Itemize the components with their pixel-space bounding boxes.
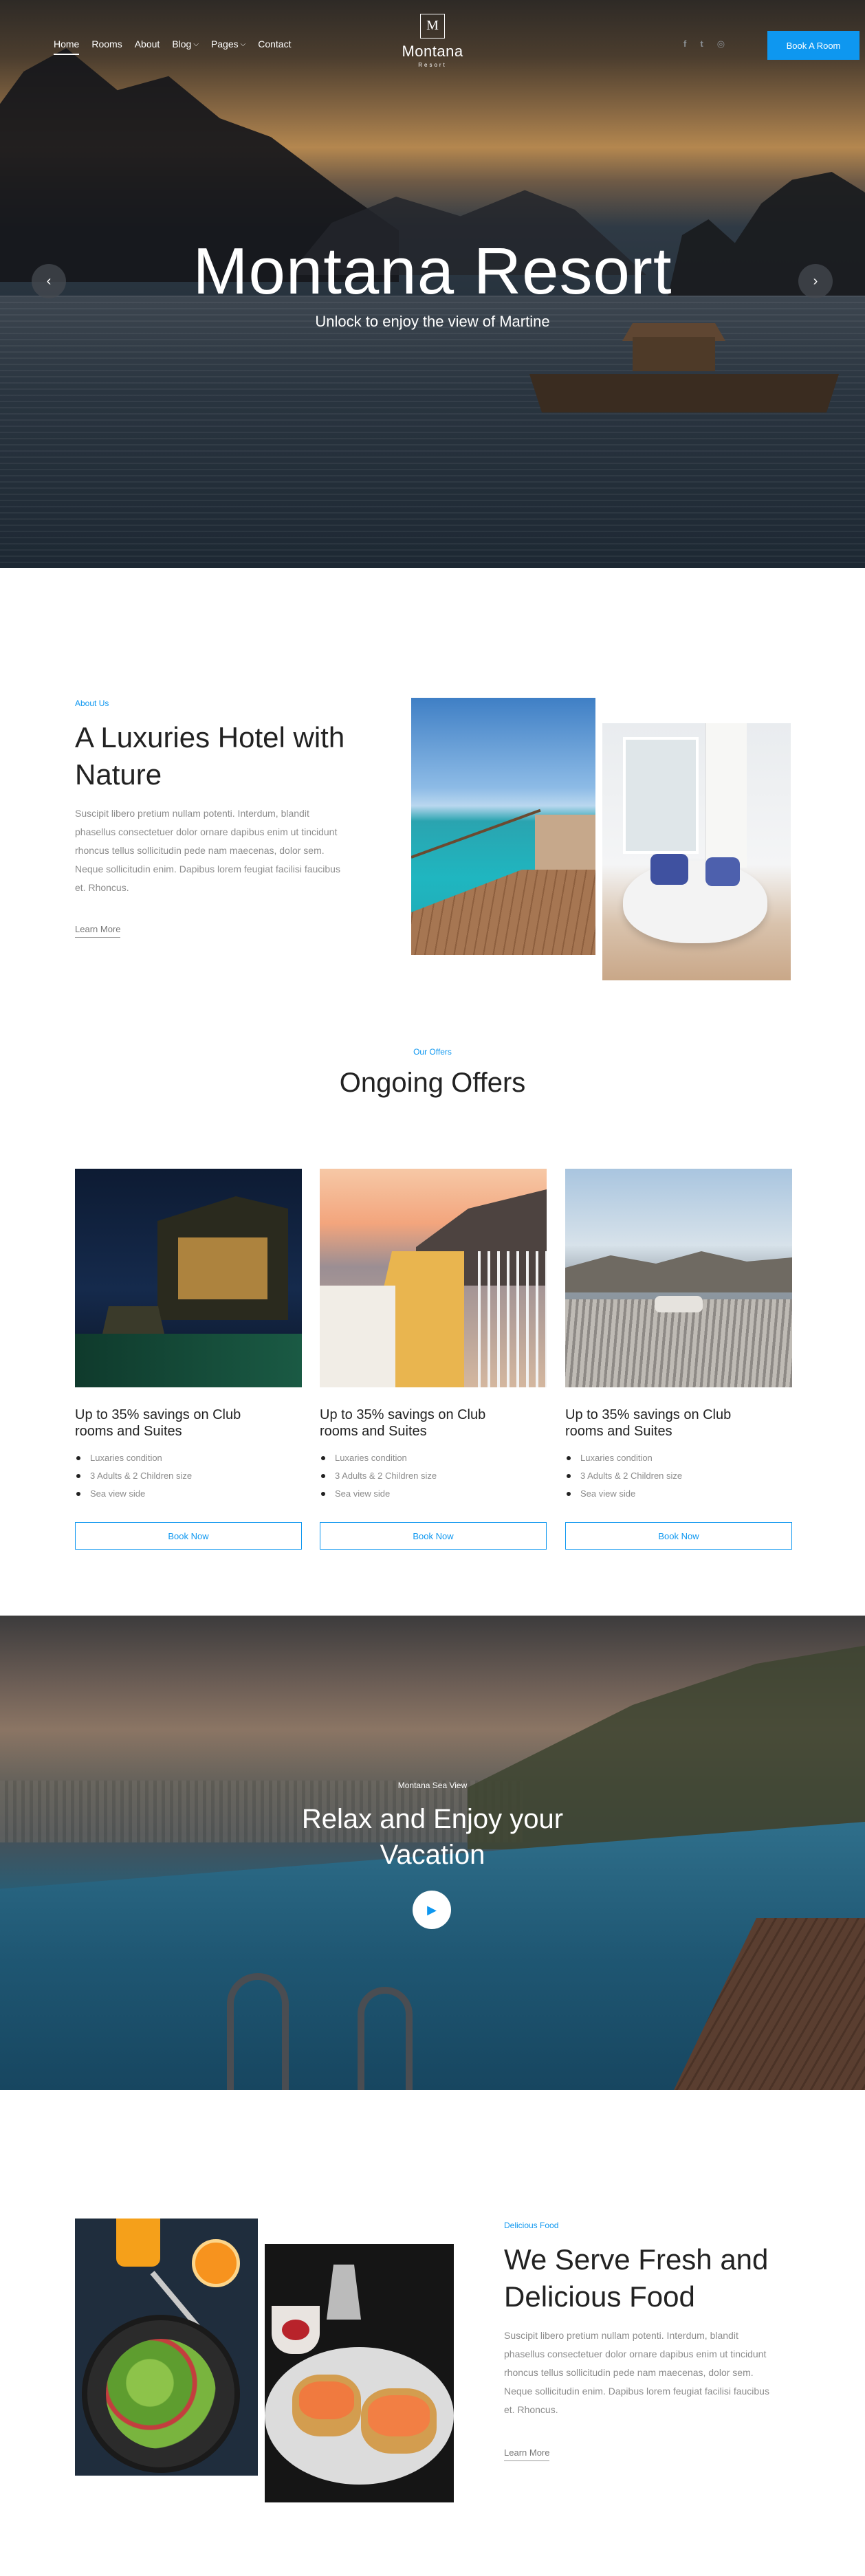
mountains xyxy=(565,1251,792,1292)
video-title: Relax and Enjoy your Vacation xyxy=(301,1804,564,1870)
nav-item-about[interactable]: About xyxy=(135,38,160,49)
offer-feature: Luxaries condition xyxy=(320,1449,547,1467)
nav-item-contact[interactable]: Contact xyxy=(258,38,291,49)
about-text: Suscipit libero pretium nullam potenti. … xyxy=(75,808,340,893)
pillow xyxy=(650,854,688,885)
offer-feature: 3 Adults & 2 Children size xyxy=(320,1467,547,1485)
chevron-down-icon: ⌵ xyxy=(193,40,199,48)
slider-prev-arrow-icon[interactable]: ‹ xyxy=(32,264,66,298)
nav-item-home[interactable]: Home xyxy=(54,38,80,55)
railing xyxy=(478,1251,547,1387)
overwater-deck-image xyxy=(411,698,595,955)
round-chair xyxy=(623,861,767,943)
pillow xyxy=(705,857,740,886)
food-title: We Serve Fresh and Delicious Food xyxy=(504,2243,769,2313)
pool-ladder xyxy=(358,1987,413,2090)
offer-title: Up to 35% savings on Club rooms and Suit… xyxy=(320,1407,486,1439)
stairs xyxy=(320,1286,395,1387)
nav-item-label: About xyxy=(134,38,160,49)
lounge-chair-image xyxy=(602,723,791,980)
offer-image-night-villa xyxy=(75,1169,302,1387)
facebook-icon[interactable]: f xyxy=(683,38,686,49)
pool-ladder xyxy=(227,1973,289,2090)
offer-card: Up to 35% savings on Club rooms and Suit… xyxy=(320,1169,547,1550)
nav-item-label: Contact xyxy=(258,38,292,49)
hero-water xyxy=(0,296,865,568)
logo-sub: Resort xyxy=(418,62,447,68)
site-logo[interactable]: M Montana Resort xyxy=(400,14,465,68)
offer-feature: Luxaries condition xyxy=(565,1449,792,1467)
offer-image-terrace xyxy=(320,1169,547,1387)
food-eyebrow: Delicious Food xyxy=(504,2221,559,2230)
about-learn-more-link[interactable]: Learn More xyxy=(75,924,121,938)
hero-barge-house xyxy=(633,337,715,371)
orange-slice xyxy=(192,2239,240,2287)
video-eyebrow: Montana Sea View xyxy=(397,1781,468,1790)
slider-next-arrow-icon[interactable]: › xyxy=(798,264,833,298)
offer-title: Up to 35% savings on Club rooms and Suit… xyxy=(75,1407,241,1439)
play-icon[interactable]: ▶ xyxy=(413,1891,451,1929)
offer-feature: Sea view side xyxy=(320,1485,547,1503)
about-eyebrow: About Us xyxy=(75,698,109,708)
wooden-deck xyxy=(411,870,595,955)
offer-features: Luxaries condition 3 Adults & 2 Children… xyxy=(75,1449,302,1503)
room-curtain xyxy=(705,723,747,868)
logo-mark: M xyxy=(420,14,445,38)
offer-feature: Sea view side xyxy=(565,1485,792,1503)
daybed xyxy=(655,1296,703,1312)
nav-item-rooms[interactable]: Rooms xyxy=(91,38,122,49)
offer-feature: Sea view side xyxy=(75,1485,302,1503)
orange-juice xyxy=(116,2219,160,2267)
nav-item-pages[interactable]: Pages ⌵ xyxy=(211,38,245,49)
salmon xyxy=(368,2395,430,2436)
pool-hut xyxy=(102,1306,164,1334)
nav-item-label: Pages xyxy=(210,38,239,49)
nav-item-label: Home xyxy=(54,38,80,49)
book-now-button[interactable]: Book Now xyxy=(320,1522,547,1550)
food-learn-more-link[interactable]: Learn More xyxy=(504,2447,550,2461)
salmon-toast-image xyxy=(265,2244,454,2502)
salmon xyxy=(299,2381,354,2419)
offer-feature: Luxaries condition xyxy=(75,1449,302,1467)
offer-image-rooftop xyxy=(565,1169,792,1387)
cup xyxy=(272,2306,320,2354)
offer-features: Luxaries condition 3 Adults & 2 Children… xyxy=(320,1449,547,1503)
nav-item-blog[interactable]: Blog ⌵ xyxy=(172,38,199,49)
room-window xyxy=(623,737,699,854)
coffee-pot xyxy=(327,2265,361,2320)
instagram-icon[interactable]: ◎ xyxy=(717,38,725,49)
book-now-button[interactable]: Book Now xyxy=(565,1522,792,1550)
offer-feature: 3 Adults & 2 Children size xyxy=(565,1467,792,1485)
nav-item-label: Rooms xyxy=(91,38,122,49)
offer-card: Up to 35% savings on Club rooms and Suit… xyxy=(75,1169,302,1550)
offer-feature: 3 Adults & 2 Children size xyxy=(75,1467,302,1485)
salad xyxy=(106,2339,216,2449)
main-nav: Home Rooms About Blog ⌵ Pages ⌵ Contact xyxy=(54,33,291,55)
salad-image xyxy=(75,2219,258,2476)
food-text: Suscipit libero pretium nullam potenti. … xyxy=(504,2330,769,2415)
offers-eyebrow: Our Offers xyxy=(413,1047,452,1057)
hero-title: Montana Resort xyxy=(193,234,672,308)
twitter-icon[interactable]: t xyxy=(700,38,703,49)
rooftop-deck xyxy=(565,1299,792,1387)
offer-title: Up to 35% savings on Club rooms and Suit… xyxy=(565,1407,732,1439)
social-links: f t ◎ xyxy=(683,38,725,49)
offer-features: Luxaries condition 3 Adults & 2 Children… xyxy=(565,1449,792,1503)
pool xyxy=(75,1334,302,1387)
villa-lights xyxy=(178,1237,267,1299)
nav-item-label: Blog xyxy=(172,38,192,49)
about-title: A Luxuries Hotel with Nature xyxy=(75,721,345,791)
deck-rail xyxy=(411,808,541,859)
book-a-room-button[interactable]: Book A Room xyxy=(767,31,859,60)
offers-title: Ongoing Offers xyxy=(339,1068,526,1098)
offer-card: Up to 35% savings on Club rooms and Suit… xyxy=(565,1169,792,1550)
hero-subtitle: Unlock to enjoy the view of Martine xyxy=(315,313,550,330)
chevron-down-icon: ⌵ xyxy=(240,40,246,48)
book-now-button[interactable]: Book Now xyxy=(75,1522,302,1550)
logo-name: Montana xyxy=(402,43,463,60)
